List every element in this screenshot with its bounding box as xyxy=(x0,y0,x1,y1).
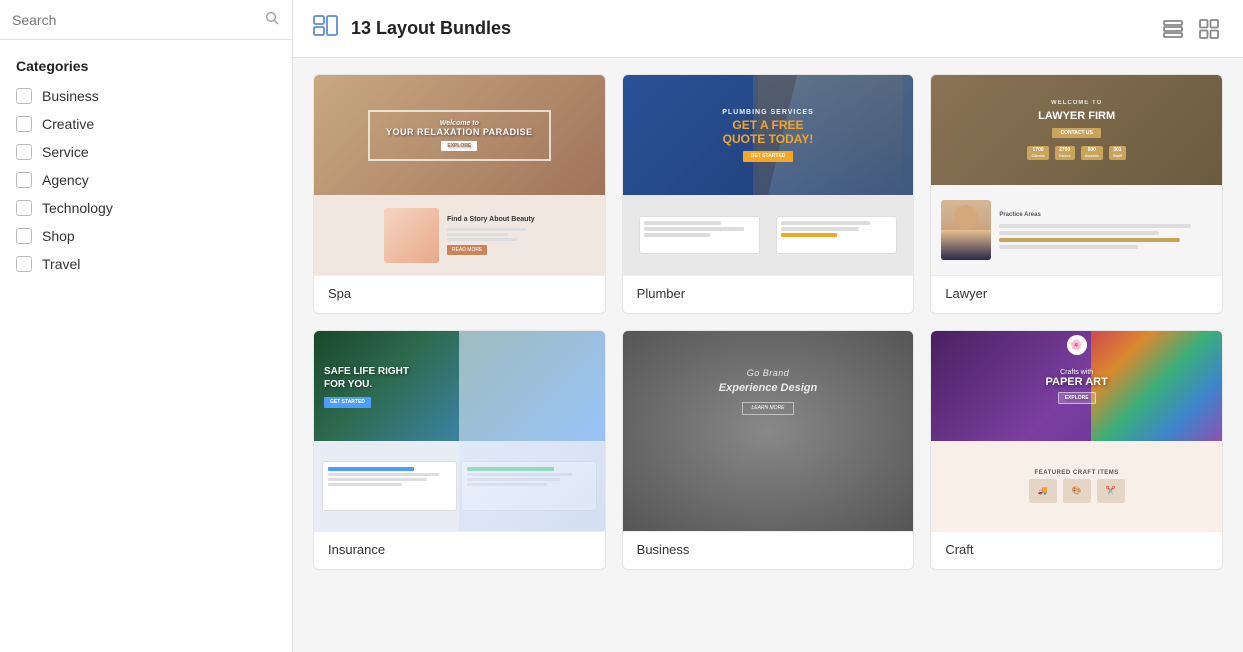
template-preview-spa: Welcome to YOUR RELAXATION PARADISE EXPL… xyxy=(314,75,605,275)
category-creative[interactable]: Creative xyxy=(16,116,276,132)
header-title: 13 Layout Bundles xyxy=(351,18,511,39)
plumber-mini-1 xyxy=(639,216,760,254)
lawyer-top: WELCOME TO LAWYER FIRM CONTACT US 1700Cl… xyxy=(931,75,1222,185)
business-text: Go Brand Experience Design LEARN MORE xyxy=(719,367,817,416)
template-preview-plumber: PLUMBING SERVICES GET A FREEQUOTE TODAY!… xyxy=(623,75,914,275)
category-label-shop: Shop xyxy=(42,228,75,244)
main-header: 13 Layout Bundles xyxy=(293,0,1243,58)
category-business[interactable]: Business xyxy=(16,88,276,104)
template-label-insurance: Insurance xyxy=(314,531,605,569)
search-input[interactable] xyxy=(12,12,256,28)
template-label-craft: Craft xyxy=(931,531,1222,569)
craft-preview: Crafts with PAPER ART EXPLORE 🌸 FEATURED… xyxy=(931,331,1222,531)
categories-section: Categories Business Creative Service Age… xyxy=(0,40,292,302)
checkbox-creative[interactable] xyxy=(16,116,32,132)
list-view-button[interactable] xyxy=(1159,16,1187,42)
craft-overlay-text: Crafts with PAPER ART EXPLORE xyxy=(1045,369,1107,404)
layout-bundles-icon xyxy=(313,15,339,43)
spa-bottom-inner: Find a Story About Beauty READ MORE xyxy=(374,208,545,263)
insurance-preview: SAFE LIFE RIGHTFOR YOU. GET STARTED xyxy=(314,331,605,531)
category-label-creative: Creative xyxy=(42,116,94,132)
template-label-lawyer: Lawyer xyxy=(931,275,1222,313)
category-agency[interactable]: Agency xyxy=(16,172,276,188)
lawyer-preview: WELCOME TO LAWYER FIRM CONTACT US 1700Cl… xyxy=(931,75,1222,275)
craft-icon-1: 🚚 xyxy=(1029,479,1057,503)
template-card-plumber[interactable]: PLUMBING SERVICES GET A FREEQUOTE TODAY!… xyxy=(622,74,915,314)
business-top: Go Brand Experience Design LEARN MORE xyxy=(623,331,914,451)
template-card-lawyer[interactable]: WELCOME TO LAWYER FIRM CONTACT US 1700Cl… xyxy=(930,74,1223,314)
template-label-business: Business xyxy=(623,531,914,569)
checkbox-travel[interactable] xyxy=(16,256,32,272)
lawyer-stats: 1700Clients 2700Cases 500Awards 301Staff xyxy=(1027,146,1125,160)
spa-bottom-text: Find a Story About Beauty READ MORE xyxy=(447,214,535,256)
category-label-business: Business xyxy=(42,88,99,104)
spa-overlay-text: Welcome to YOUR RELAXATION PARADISE EXPL… xyxy=(368,110,551,161)
spa-preview: Welcome to YOUR RELAXATION PARADISE EXPL… xyxy=(314,75,605,275)
template-preview-craft: Crafts with PAPER ART EXPLORE 🌸 FEATURED… xyxy=(931,331,1222,531)
checkbox-business[interactable] xyxy=(16,88,32,104)
stat-3: 500Awards xyxy=(1081,146,1103,160)
checkbox-shop[interactable] xyxy=(16,228,32,244)
spa-top: Welcome to YOUR RELAXATION PARADISE EXPL… xyxy=(314,75,605,195)
lawyer-line-3 xyxy=(999,238,1180,242)
lawyer-info: Practice Areas xyxy=(999,212,1212,249)
category-label-travel: Travel xyxy=(42,256,80,272)
template-label-plumber: Plumber xyxy=(623,275,914,313)
stat-4: 301Staff xyxy=(1109,146,1126,160)
category-technology[interactable]: Technology xyxy=(16,200,276,216)
category-travel[interactable]: Travel xyxy=(16,256,276,272)
stat-1: 1700Clients xyxy=(1027,146,1048,160)
grid-content: Welcome to YOUR RELAXATION PARADISE EXPL… xyxy=(293,58,1243,652)
category-label-technology: Technology xyxy=(42,200,113,216)
search-icon xyxy=(264,10,280,29)
category-service[interactable]: Service xyxy=(16,144,276,160)
template-card-craft[interactable]: Crafts with PAPER ART EXPLORE 🌸 FEATURED… xyxy=(930,330,1223,570)
lawyer-line-1 xyxy=(999,224,1190,228)
checkbox-technology[interactable] xyxy=(16,200,32,216)
header-right xyxy=(1159,15,1223,43)
lawyer-bottom: Practice Areas xyxy=(931,185,1222,275)
template-card-business[interactable]: Go Brand Experience Design LEARN MORE We… xyxy=(622,330,915,570)
category-label-agency: Agency xyxy=(42,172,89,188)
template-card-spa[interactable]: Welcome to YOUR RELAXATION PARADISE EXPL… xyxy=(313,74,606,314)
main-content: 13 Layout Bundles xyxy=(293,0,1243,652)
header-left: 13 Layout Bundles xyxy=(313,15,511,43)
category-shop[interactable]: Shop xyxy=(16,228,276,244)
stat-2: 2700Cases xyxy=(1055,146,1075,160)
template-card-insurance[interactable]: SAFE LIFE RIGHTFOR YOU. GET STARTED xyxy=(313,330,606,570)
plumber-mini-2 xyxy=(776,216,897,254)
lawyer-person-img xyxy=(941,200,991,260)
search-container xyxy=(0,0,292,40)
insurance-mini-1 xyxy=(322,461,457,511)
lawyer-line-4 xyxy=(999,245,1137,249)
insurance-text: SAFE LIFE RIGHTFOR YOU. GET STARTED xyxy=(324,365,409,408)
spa-bottom: Find a Story About Beauty READ MORE xyxy=(314,195,605,275)
template-preview-insurance: SAFE LIFE RIGHTFOR YOU. GET STARTED xyxy=(314,331,605,531)
plumber-bottom xyxy=(623,195,914,275)
lawyer-line-2 xyxy=(999,231,1158,235)
template-preview-business: Go Brand Experience Design LEARN MORE We… xyxy=(623,331,914,531)
craft-icons-row: 🚚 🎨 ✂️ xyxy=(1029,479,1125,503)
insurance-top: SAFE LIFE RIGHTFOR YOU. GET STARTED xyxy=(314,331,605,441)
categories-title: Categories xyxy=(16,58,276,74)
sidebar: Categories Business Creative Service Age… xyxy=(0,0,293,652)
grid-view-button[interactable] xyxy=(1195,15,1223,43)
template-preview-lawyer: WELCOME TO LAWYER FIRM CONTACT US 1700Cl… xyxy=(931,75,1222,275)
plumber-top: PLUMBING SERVICES GET A FREEQUOTE TODAY!… xyxy=(623,75,914,195)
craft-top: Crafts with PAPER ART EXPLORE 🌸 xyxy=(931,331,1222,441)
plumber-text: PLUMBING SERVICES GET A FREEQUOTE TODAY!… xyxy=(722,108,814,163)
checkbox-agency[interactable] xyxy=(16,172,32,188)
template-label-spa: Spa xyxy=(314,275,605,313)
templates-grid: Welcome to YOUR RELAXATION PARADISE EXPL… xyxy=(313,74,1223,570)
craft-colorful-strip xyxy=(1091,331,1222,441)
checkbox-service[interactable] xyxy=(16,144,32,160)
craft-bottom-title: FEATURED CRAFT ITEMS xyxy=(1035,470,1119,476)
craft-icon-3: ✂️ xyxy=(1097,479,1125,503)
craft-bottom: FEATURED CRAFT ITEMS 🚚 🎨 ✂️ xyxy=(931,441,1222,531)
business-preview: Go Brand Experience Design LEARN MORE We… xyxy=(623,331,914,531)
category-label-service: Service xyxy=(42,144,89,160)
craft-icon-2: 🎨 xyxy=(1063,479,1091,503)
plumber-preview: PLUMBING SERVICES GET A FREEQUOTE TODAY!… xyxy=(623,75,914,275)
